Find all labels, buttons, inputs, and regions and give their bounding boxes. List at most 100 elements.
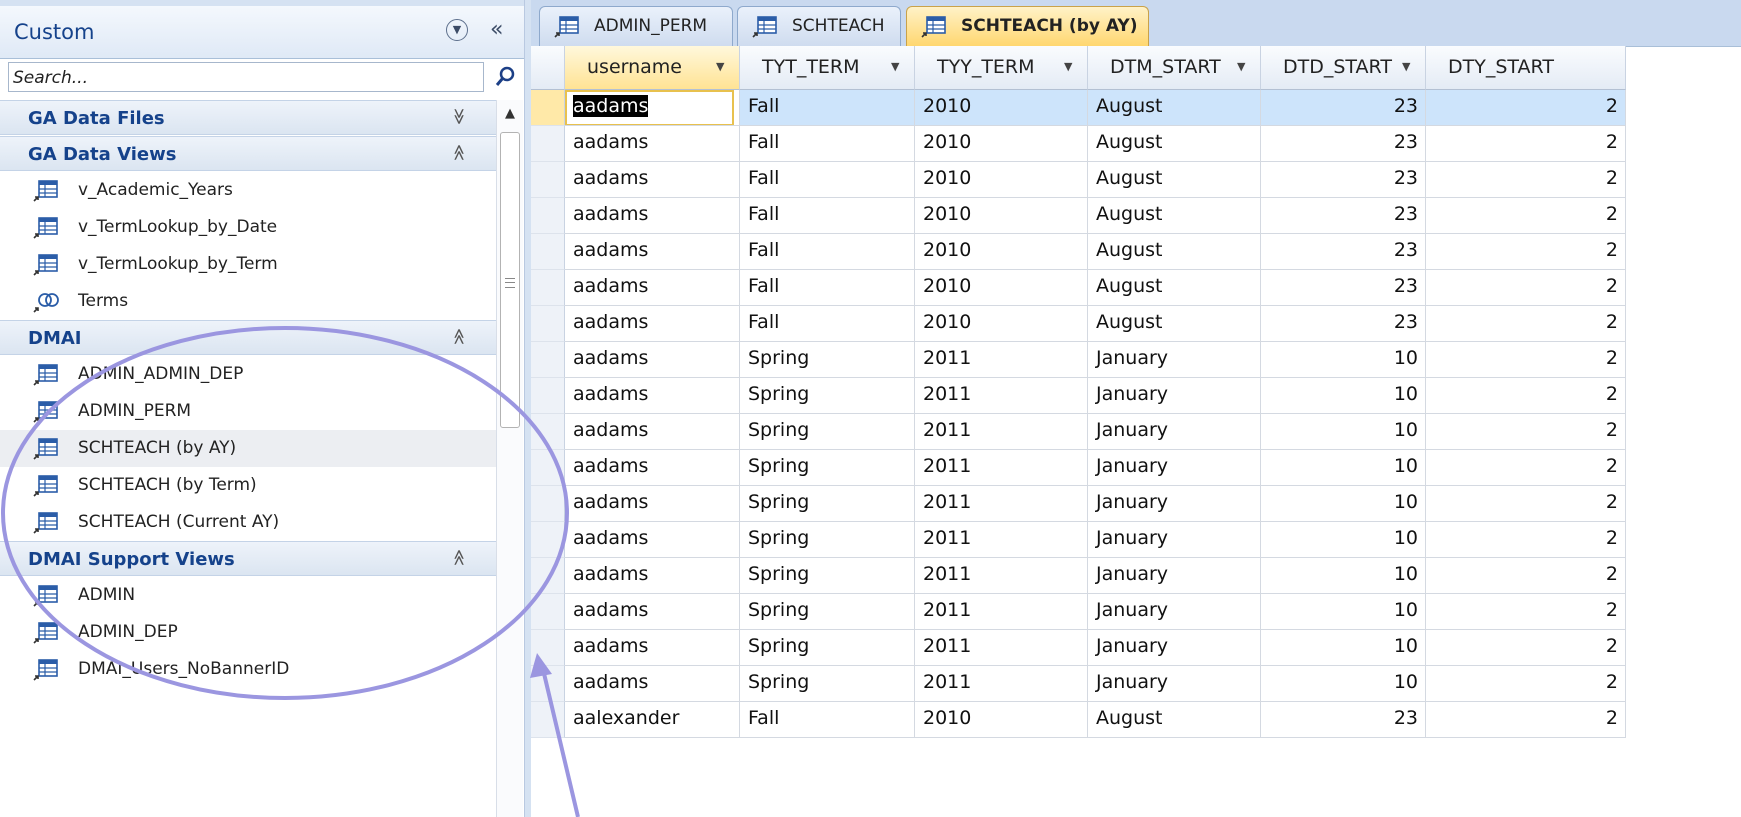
table-cell[interactable]: aadams [565, 126, 740, 162]
table-cell[interactable]: 2 [1426, 702, 1626, 738]
table-cell[interactable]: Fall [740, 90, 915, 126]
table-cell[interactable]: Fall [740, 306, 915, 342]
table-cell[interactable]: January [1088, 342, 1261, 378]
nav-title[interactable]: Custom [14, 20, 94, 44]
nav-item[interactable]: SCHTEACH (by AY) [0, 430, 496, 467]
table-cell[interactable]: aadams [565, 342, 740, 378]
column-header[interactable]: TYY_TERM ▼ [915, 46, 1088, 90]
column-header[interactable]: DTD_START ▼ [1261, 46, 1426, 90]
nav-item[interactable]: ADMIN_ADMIN_DEP [0, 356, 496, 393]
table-cell[interactable]: 2 [1426, 306, 1626, 342]
table-cell[interactable]: aadams [565, 306, 740, 342]
table-cell[interactable]: January [1088, 558, 1261, 594]
table-cell[interactable]: 2 [1426, 630, 1626, 666]
table-cell[interactable]: 23 [1261, 90, 1426, 126]
table-cell[interactable]: January [1088, 522, 1261, 558]
row-selector[interactable] [531, 162, 565, 198]
table-row[interactable]: aadams Spring 2011 January 10 2 [531, 342, 1741, 378]
table-row[interactable]: aadams Spring 2011 January 10 2 [531, 378, 1741, 414]
table-cell[interactable]: January [1088, 630, 1261, 666]
row-selector[interactable] [531, 414, 565, 450]
table-cell[interactable]: Fall [740, 234, 915, 270]
scroll-up-arrow-icon[interactable]: ▲ [497, 100, 523, 128]
nav-header[interactable]: Custom ▼ « [0, 6, 524, 59]
row-selector[interactable] [531, 234, 565, 270]
filter-dropdown-icon[interactable]: ▼ [1064, 60, 1072, 73]
table-cell[interactable]: 2010 [915, 126, 1088, 162]
table-cell[interactable]: 10 [1261, 594, 1426, 630]
table-cell[interactable]: aadams [565, 522, 740, 558]
table-cell[interactable]: aadams [565, 234, 740, 270]
table-cell[interactable]: 2010 [915, 270, 1088, 306]
select-all-corner[interactable] [531, 46, 565, 90]
row-selector[interactable] [531, 126, 565, 162]
double-chevron-left-icon[interactable]: « [490, 17, 503, 42]
table-cell[interactable]: aadams [565, 198, 740, 234]
table-cell[interactable]: 2 [1426, 234, 1626, 270]
table-cell[interactable]: Spring [740, 342, 915, 378]
table-cell[interactable]: aadams [565, 270, 740, 306]
row-selector[interactable] [531, 486, 565, 522]
table-cell[interactable]: 10 [1261, 414, 1426, 450]
collapse-icon[interactable]: ≪ [450, 328, 469, 345]
table-row[interactable]: aadams Spring 2011 January 10 2 [531, 450, 1741, 486]
table-cell[interactable]: August [1088, 234, 1261, 270]
row-selector[interactable] [531, 558, 565, 594]
row-selector[interactable] [531, 198, 565, 234]
table-cell[interactable]: January [1088, 666, 1261, 702]
table-cell[interactable]: Spring [740, 630, 915, 666]
table-cell[interactable]: 2 [1426, 378, 1626, 414]
row-selector[interactable] [531, 378, 565, 414]
table-cell[interactable]: 2011 [915, 594, 1088, 630]
row-selector[interactable] [531, 594, 565, 630]
table-cell[interactable]: January [1088, 378, 1261, 414]
nav-item[interactable]: v_Academic_Years [0, 172, 496, 209]
table-cell[interactable]: 2011 [915, 342, 1088, 378]
table-cell[interactable]: 2 [1426, 90, 1626, 126]
table-cell[interactable]: 2011 [915, 666, 1088, 702]
table-row[interactable]: aadams Fall 2010 August 23 2 [531, 234, 1741, 270]
table-cell[interactable]: aadams [565, 486, 740, 522]
table-cell[interactable]: 2011 [915, 558, 1088, 594]
table-row[interactable]: aadams Fall 2010 August 23 2 [531, 162, 1741, 198]
table-cell[interactable]: January [1088, 450, 1261, 486]
column-header[interactable]: TYT_TERM ▼ [740, 46, 915, 90]
table-cell[interactable]: August [1088, 90, 1261, 126]
nav-item[interactable]: DMAI_Users_NoBannerID [0, 651, 496, 688]
nav-item[interactable]: ADMIN_PERM [0, 393, 496, 430]
table-cell[interactable]: aadams [565, 594, 740, 630]
table-row[interactable]: aadams Spring 2011 January 10 2 [531, 486, 1741, 522]
table-row[interactable]: aadams Spring 2011 January 10 2 [531, 558, 1741, 594]
scroll-thumb[interactable] [500, 132, 520, 428]
row-selector[interactable] [531, 90, 565, 126]
table-cell[interactable]: Spring [740, 486, 915, 522]
table-cell[interactable]: Spring [740, 594, 915, 630]
table-cell[interactable]: 2010 [915, 90, 1088, 126]
table-cell[interactable]: 2 [1426, 126, 1626, 162]
table-cell[interactable]: January [1088, 594, 1261, 630]
table-cell[interactable]: 2 [1426, 270, 1626, 306]
table-row[interactable]: aadams Spring 2011 January 10 2 [531, 594, 1741, 630]
table-cell[interactable]: 2011 [915, 450, 1088, 486]
row-selector[interactable] [531, 666, 565, 702]
table-cell[interactable]: 2 [1426, 522, 1626, 558]
table-cell[interactable]: aadams [565, 666, 740, 702]
row-selector[interactable] [531, 522, 565, 558]
filter-dropdown-icon[interactable]: ▼ [716, 60, 724, 73]
collapse-icon[interactable]: ≪ [450, 549, 469, 566]
nav-item[interactable]: v_TermLookup_by_Term [0, 246, 496, 283]
column-header[interactable]: username ▼ [565, 46, 740, 90]
search-icon[interactable] [491, 62, 519, 92]
table-cell[interactable]: 2011 [915, 486, 1088, 522]
table-cell[interactable]: Fall [740, 162, 915, 198]
table-row[interactable]: aadams Spring 2011 January 10 2 [531, 666, 1741, 702]
table-cell[interactable]: 23 [1261, 306, 1426, 342]
table-cell[interactable]: 23 [1261, 270, 1426, 306]
table-cell[interactable]: 2010 [915, 162, 1088, 198]
table-cell[interactable]: 10 [1261, 342, 1426, 378]
row-selector[interactable] [531, 342, 565, 378]
circle-chevron-down-icon[interactable]: ▼ [446, 19, 468, 41]
nav-item[interactable]: SCHTEACH (by Term) [0, 467, 496, 504]
filter-dropdown-icon[interactable]: ▼ [1237, 60, 1245, 73]
table-cell[interactable]: Spring [740, 414, 915, 450]
